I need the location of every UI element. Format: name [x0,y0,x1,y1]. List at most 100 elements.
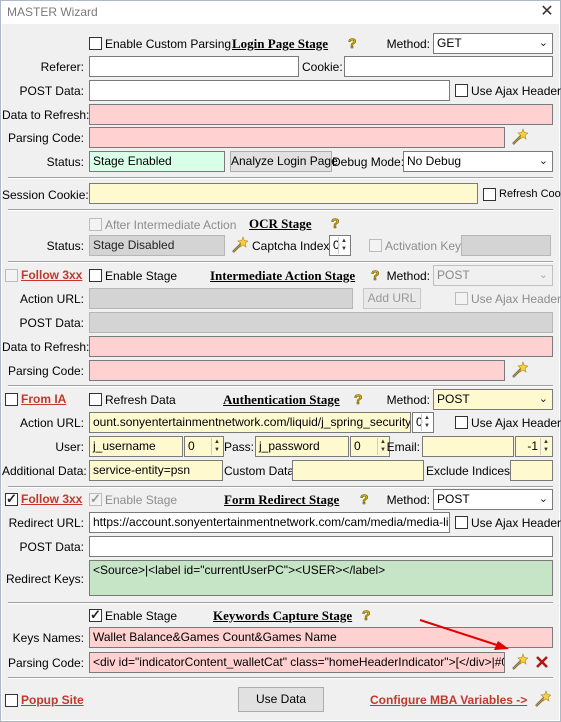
ocr-status-value: Stage Disabled [89,235,225,256]
referer-input[interactable] [89,56,299,77]
redirect-follow-3xx-checkbox[interactable] [5,491,18,507]
auth-pass-input[interactable]: j_password [255,436,349,457]
cookie-label: Cookie: [302,60,343,74]
ocr-status-label: Status: [46,239,84,253]
cookie-input[interactable] [344,56,553,77]
use-data-button[interactable]: Use Data [238,687,324,712]
login-use-ajax-checkbox[interactable] [455,84,468,97]
redirect-url-label: Redirect URL: [8,516,84,530]
intermediate-post-data-input[interactable] [89,312,553,333]
from-ia-checkbox[interactable] [5,393,18,406]
intermediate-enable-label: Enable Stage [105,269,178,283]
help-icon[interactable]: ? [329,215,343,231]
session-cookie-input[interactable] [89,183,478,204]
login-status-value: Stage Enabled [89,151,225,172]
login-use-ajax-label: Use Ajax Header [471,84,561,98]
keys-names-label: Keys Names: [12,631,84,645]
auth-use-ajax-checkbox[interactable] [455,416,468,429]
help-icon[interactable]: ? [360,607,374,623]
intermediate-use-ajax-label: Use Ajax Header [471,292,561,306]
redirect-keys-input[interactable]: <Source>|<label id="currentUserPC"><USER… [89,560,553,596]
custom-data-label: Custom Data: [224,464,298,478]
svg-text:?: ? [354,391,363,407]
auth-email-label: Email: [386,440,420,454]
auth-action-url-label: Action URL: [19,416,84,430]
delete-icon[interactable] [535,655,549,669]
login-method-select[interactable]: GET ⌄ [433,33,553,54]
redirect-stage-title: Form Redirect Stage [224,492,340,507]
after-intermediate-checkbox[interactable] [89,218,102,231]
activation-key-label: Activation Key: [385,239,465,253]
intermediate-use-ajax-checkbox[interactable] [455,292,468,305]
auth-user-index-spinner[interactable]: 0 ▲ ▼ [184,436,224,457]
intermediate-follow-3xx-link[interactable]: Follow 3xx [21,268,82,282]
login-post-data-input[interactable] [89,80,450,101]
intermediate-parsing-code-input[interactable] [89,360,505,381]
redirect-url-input[interactable]: https://account.sonyentertainmentnetwork… [89,512,450,533]
login-data-to-refresh-label: Data to Refresh: [2,108,90,122]
auth-action-index-spinner[interactable]: 0 ▲ ▼ [412,412,434,433]
auth-pass-label: Pass: [224,440,255,454]
from-ia-link[interactable]: From IA [21,392,66,406]
separator [8,209,553,211]
login-post-data-label: POST Data: [19,84,84,98]
refresh-cookie-checkbox[interactable] [483,188,496,201]
separator [8,602,553,604]
auth-action-url-input[interactable]: ount.sonyentertainmentnetwork.com/liquid… [89,412,411,433]
svg-text:?: ? [362,607,371,623]
custom-data-input[interactable] [292,460,424,481]
activation-key-checkbox[interactable] [369,239,382,252]
magic-wand-icon[interactable] [510,361,528,379]
captcha-index-spinner[interactable]: 0 ▲ ▼ [329,235,351,256]
separator [8,486,553,488]
separator [8,261,553,263]
magic-wand-icon[interactable] [230,236,248,254]
login-parsing-code-input[interactable] [89,127,505,148]
auth-email-input[interactable] [422,436,514,457]
configure-mba-variables-link[interactable]: Configure MBA Variables -> [370,693,527,707]
intermediate-method-label: Method: [386,269,430,283]
auth-email-index-spinner[interactable]: -1 ▲ ▼ [515,436,553,457]
session-cookie-label: Session Cookie: [2,188,89,202]
intermediate-data-to-refresh-input[interactable] [89,336,553,357]
keywords-enable-checkbox[interactable] [89,607,102,623]
auth-user-input[interactable]: j_username [89,436,183,457]
analyze-login-page-button[interactable]: Analyze Login Page [230,151,338,172]
refresh-data-checkbox[interactable] [89,393,102,406]
redirect-use-ajax-checkbox[interactable] [455,516,468,529]
activation-key-input[interactable] [461,235,551,256]
help-icon[interactable]: ? [346,35,360,51]
refresh-data-label: Refresh Data [105,393,176,407]
magic-wand-icon[interactable] [510,128,528,146]
auth-method-select[interactable]: POST ⌄ [433,389,553,410]
exclude-indices-label: Exclude Indices: [426,464,514,478]
redirect-follow-3xx-link[interactable]: Follow 3xx [21,492,82,506]
intermediate-stage-title: Intermediate Action Stage [210,268,356,283]
redirect-enable-checkbox[interactable] [89,491,102,507]
enable-custom-parsing-checkbox[interactable] [89,37,102,50]
auth-method-label: Method: [386,393,430,407]
add-url-button[interactable]: Add URL [363,288,421,309]
popup-site-link[interactable]: Popup Site [21,693,84,707]
login-data-to-refresh-input[interactable] [89,104,553,125]
popup-site-checkbox[interactable] [5,694,18,707]
intermediate-action-url-label: Action URL: [19,292,84,306]
redirect-post-data-input[interactable] [89,536,553,557]
chevron-down-icon: ⌄ [538,37,548,49]
redirect-method-label: Method: [386,493,430,507]
redirect-enable-label: Enable Stage [105,493,178,507]
intermediate-follow-3xx-checkbox[interactable] [5,269,18,282]
intermediate-method-select[interactable]: POST ⌄ [433,265,553,286]
additional-data-input[interactable]: service-entity=psn [89,460,223,481]
keywords-enable-label: Enable Stage [105,609,178,623]
intermediate-enable-checkbox[interactable] [89,269,102,282]
debug-mode-select[interactable]: No Debug ⌄ [403,151,553,172]
magic-wand-icon[interactable] [533,690,551,708]
redirect-method-select[interactable]: POST ⌄ [433,489,553,510]
intermediate-action-url-input[interactable] [89,288,353,309]
exclude-indices-input[interactable] [510,460,553,481]
separator [8,385,553,387]
close-icon[interactable]: ✕ [538,2,556,22]
additional-data-label: Additional Data: [2,464,87,478]
intermediate-data-to-refresh-label: Data to Refresh: [2,340,90,354]
